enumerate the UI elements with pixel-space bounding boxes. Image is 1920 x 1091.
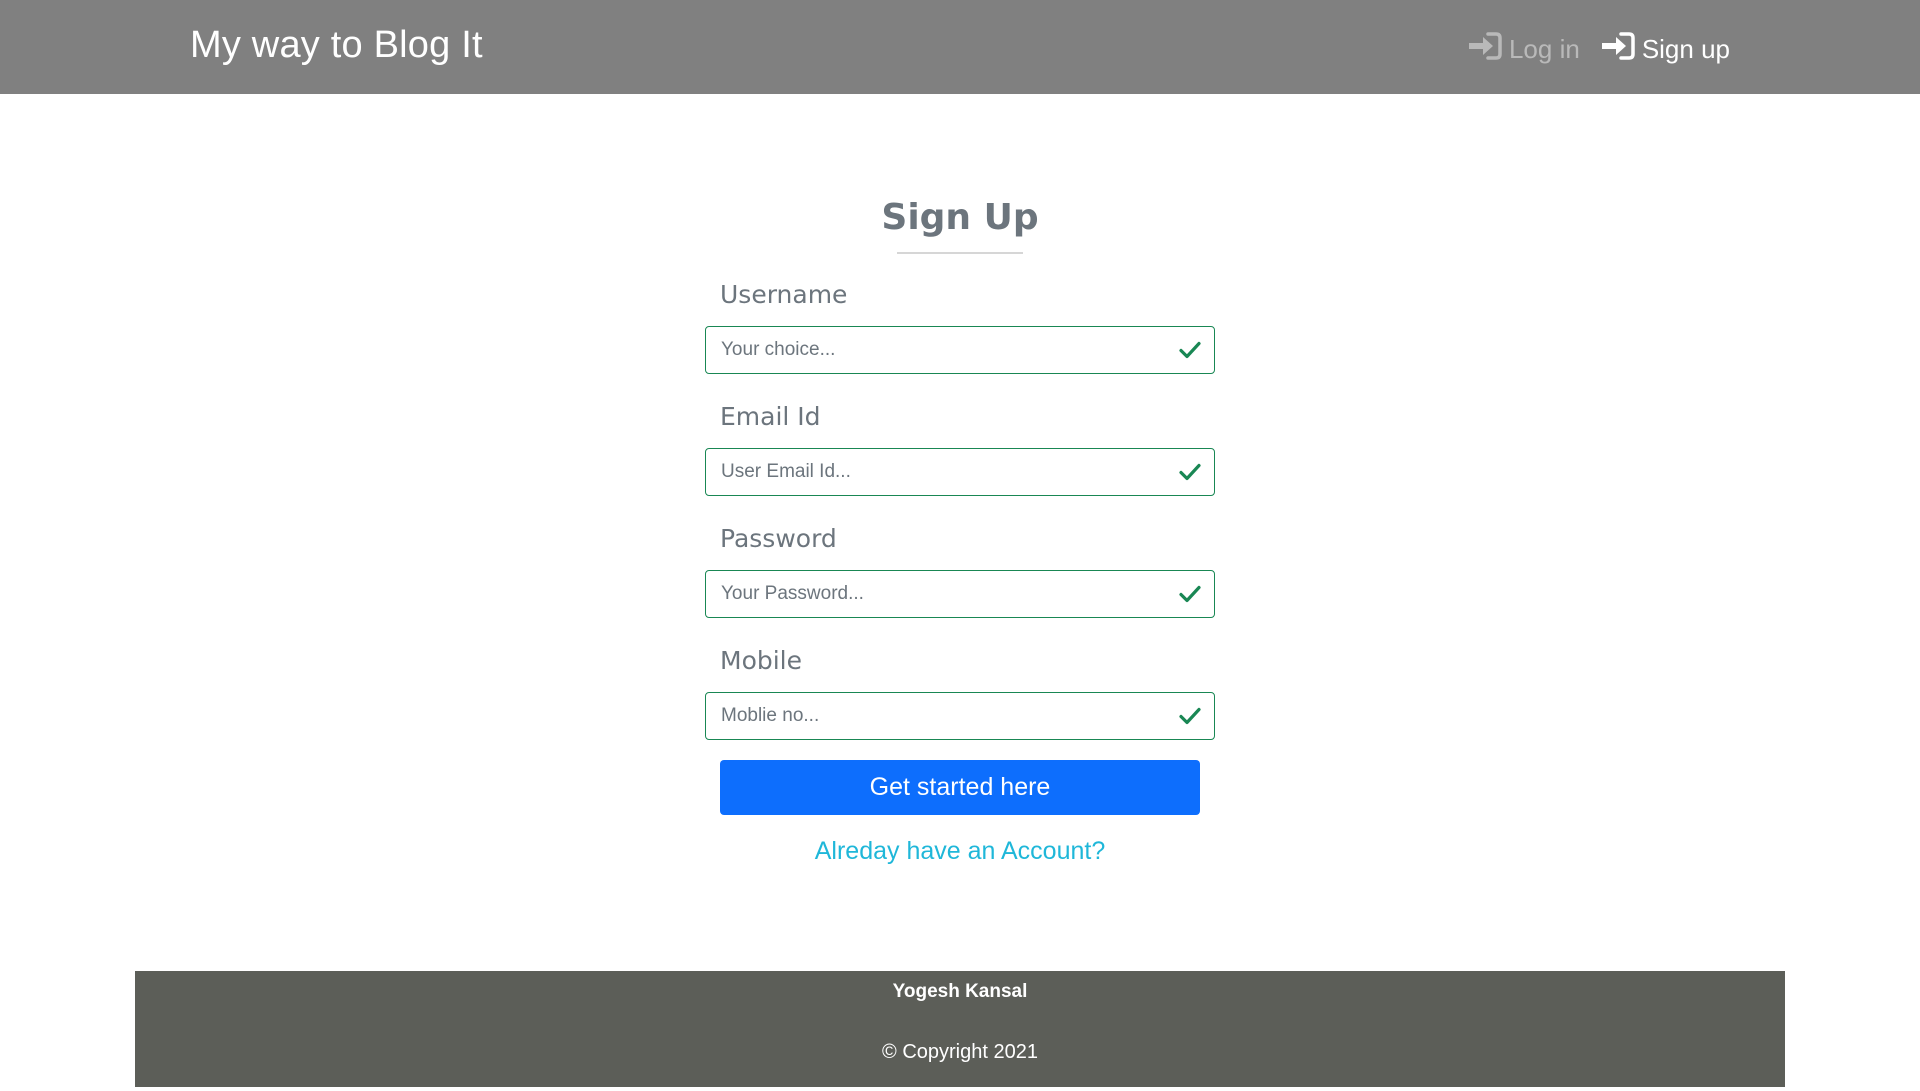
check-icon — [1179, 341, 1201, 359]
username-field-wrapper — [705, 326, 1215, 374]
check-icon — [1179, 463, 1201, 481]
check-icon — [1179, 707, 1201, 725]
brand-title[interactable]: My way to Blog It — [190, 24, 483, 67]
username-input[interactable] — [706, 327, 1156, 372]
form-title: Sign Up — [881, 197, 1039, 238]
footer-copyright: © Copyright 2021 — [882, 1041, 1038, 1063]
mobile-input[interactable] — [706, 693, 1156, 738]
email-label: Email Id — [720, 402, 821, 431]
check-icon — [1179, 585, 1201, 603]
signup-form: Sign Up Username Email Id Password Mobil… — [705, 190, 1215, 866]
top-navbar: My way to Blog It Log in Sign up — [0, 0, 1920, 94]
email-field-wrapper — [705, 448, 1215, 496]
footer-author-name: Yogesh Kansal — [892, 981, 1028, 1002]
signup-link[interactable]: Sign up — [1600, 30, 1730, 69]
get-started-button[interactable]: Get started here — [720, 760, 1200, 815]
login-label: Log in — [1508, 34, 1580, 64]
password-field-wrapper — [705, 570, 1215, 618]
nav-links: Log in Sign up — [1467, 30, 1730, 69]
have-account-link[interactable]: Alreday have an Account? — [705, 837, 1215, 866]
sign-in-icon — [1467, 30, 1503, 69]
email-input[interactable] — [706, 449, 1156, 494]
page-footer: Yogesh Kansal © Copyright 2021 — [135, 971, 1785, 1087]
username-label: Username — [720, 280, 848, 309]
password-label: Password — [720, 524, 837, 553]
title-divider — [897, 252, 1023, 254]
mobile-field-wrapper — [705, 692, 1215, 740]
login-link[interactable]: Log in — [1467, 30, 1580, 69]
mobile-label: Mobile — [720, 646, 803, 675]
signup-label: Sign up — [1641, 34, 1730, 64]
password-input[interactable] — [706, 571, 1156, 616]
sign-in-icon — [1600, 30, 1636, 69]
